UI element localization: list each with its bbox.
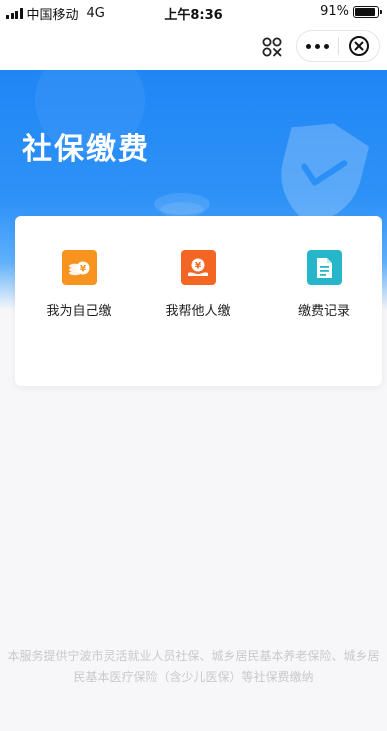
service-icon-bg bbox=[306, 250, 342, 285]
capsule-menu bbox=[296, 30, 380, 62]
more-icon-dot bbox=[306, 43, 311, 49]
close-icon bbox=[348, 36, 369, 56]
scan-icon bbox=[262, 37, 282, 57]
hand-money-icon: ¥ bbox=[188, 258, 208, 276]
document-icon bbox=[317, 257, 332, 278]
more-icon-dot bbox=[324, 43, 329, 49]
service-icon-bg: ¥ bbox=[61, 250, 97, 285]
battery-fill bbox=[355, 7, 376, 16]
status-right: 91% bbox=[320, 4, 382, 19]
scan-button[interactable] bbox=[255, 32, 289, 62]
service-label: 我帮他人缴 bbox=[165, 304, 231, 319]
service-label: 我为自己缴 bbox=[46, 304, 112, 319]
service-self-pay[interactable]: ¥ 我为自己缴 bbox=[24, 250, 134, 319]
service-description: 本服务提供宁波市灵活就业人员社保、城乡居民基本养老保险、城乡居民基本医疗保险（含… bbox=[7, 649, 380, 684]
more-button[interactable] bbox=[297, 31, 338, 61]
service-icon-bg: ¥ bbox=[180, 250, 216, 285]
coins-icon: ¥ bbox=[69, 261, 90, 275]
nav-bar bbox=[0, 24, 387, 70]
battery-icon bbox=[353, 5, 382, 18]
service-label: 缴费记录 bbox=[297, 304, 350, 319]
close-button[interactable] bbox=[339, 31, 379, 61]
service-payment-records[interactable]: 缴费记录 bbox=[269, 250, 379, 319]
more-icon-dot bbox=[315, 43, 320, 49]
page-title: 社保缴费 bbox=[22, 132, 150, 167]
svg-text:¥: ¥ bbox=[80, 264, 87, 274]
battery-percent: 91% bbox=[320, 4, 349, 19]
service-card: ¥ 我为自己缴 ¥ 我帮他人缴 缴费记录 bbox=[15, 216, 382, 386]
svg-text:¥: ¥ bbox=[195, 261, 202, 271]
service-pay-for-others[interactable]: ¥ 我帮他人缴 bbox=[143, 250, 253, 319]
status-bar: 中国移动 4G 上午8:36 91% bbox=[0, 0, 387, 24]
